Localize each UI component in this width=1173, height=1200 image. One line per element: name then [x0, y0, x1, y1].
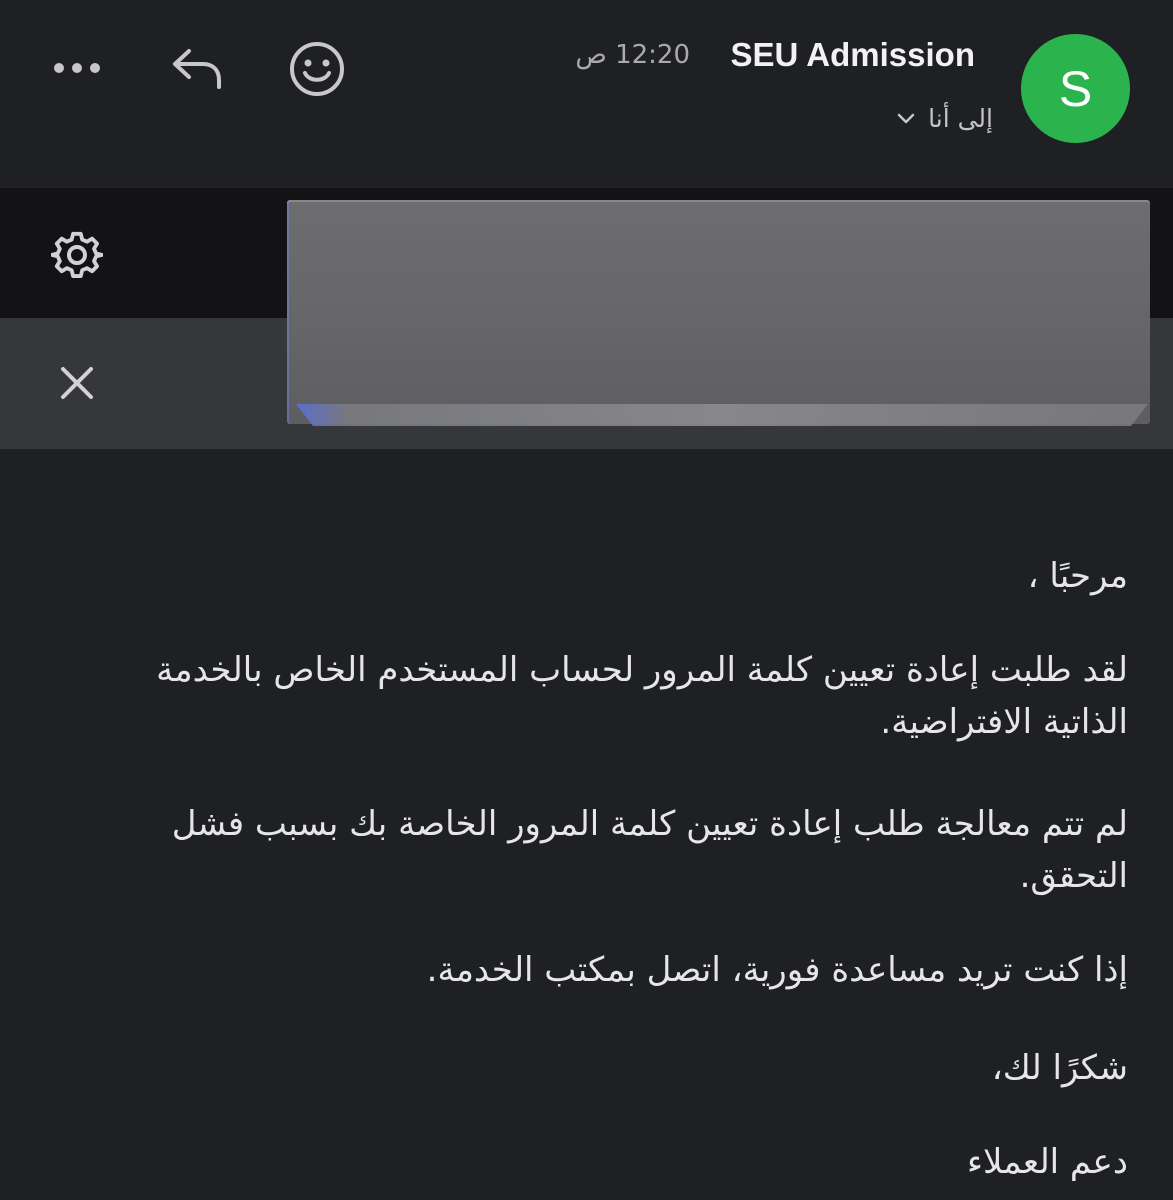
redacted-content-block [287, 200, 1150, 424]
settings-button[interactable] [42, 220, 112, 290]
message-paragraph-3: إذا كنت تريد مساعدة فورية، اتصل بمكتب ال… [426, 950, 1128, 990]
close-icon [61, 367, 93, 399]
reply-icon [173, 49, 221, 89]
sender-name: SEU Admission [730, 36, 976, 73]
more-options-button[interactable] [44, 40, 110, 96]
message-time: 12:20 ص [575, 40, 690, 70]
redaction-edge [296, 404, 1148, 426]
gear-icon [51, 231, 103, 278]
chevron-down-icon [897, 113, 915, 123]
closing-text: شكرًا لك، [991, 1048, 1128, 1088]
message-paragraph-1: لقد طلبت إعادة تعيين كلمة المرور لحساب ا… [156, 650, 1128, 742]
recipient-details-toggle[interactable]: إلى أنا [896, 104, 993, 133]
emoji-icon [290, 42, 344, 96]
signature-text: دعم العملاء [966, 1142, 1128, 1182]
recipient-label: إلى أنا [928, 104, 993, 133]
close-banner-button[interactable] [46, 352, 108, 414]
greeting-text: مرحبًا ، [1027, 556, 1128, 596]
reply-button[interactable] [162, 38, 232, 98]
email-header: 12:20 ص SEU Admission إلى أنا S [0, 0, 1173, 188]
more-horizontal-icon [54, 63, 100, 73]
message-paragraph-2: لم تتم معالجة طلب إعادة تعيين كلمة المرو… [171, 804, 1128, 896]
add-reaction-button[interactable] [282, 36, 352, 102]
sender-avatar[interactable]: S [1021, 34, 1130, 143]
